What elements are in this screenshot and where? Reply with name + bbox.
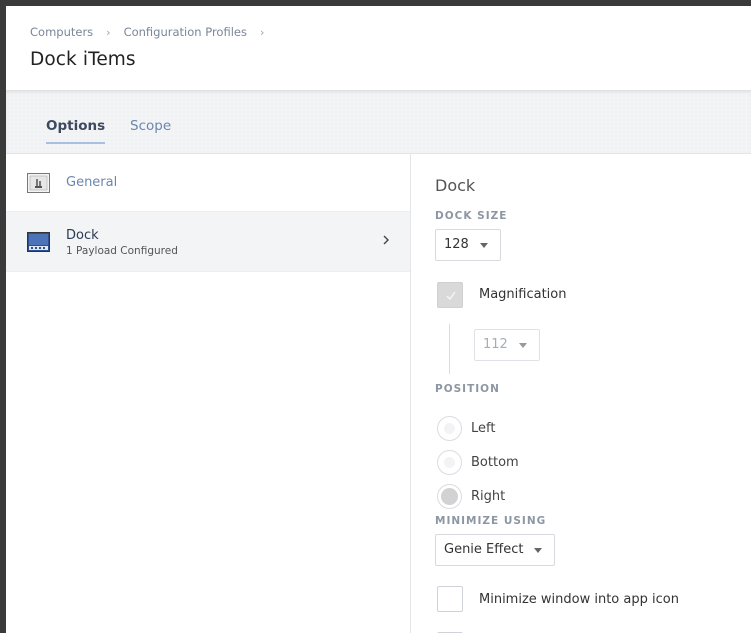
minimize-using-label: MINIMIZE USING <box>435 515 547 527</box>
dock-size-value: 128 <box>444 237 469 252</box>
sidebar-item-label: Dock <box>66 228 99 243</box>
section-title: Dock <box>435 176 476 195</box>
payload-sidebar: General Dock 1 Payload Configured <box>6 154 411 633</box>
caret-down-icon <box>519 343 527 348</box>
dock-size-label: DOCK SIZE <box>435 210 508 222</box>
position-bottom-radio[interactable] <box>437 450 462 475</box>
radio-dot <box>444 457 455 468</box>
page-title: Dock iTems <box>30 49 136 70</box>
breadcrumb-computers[interactable]: Computers <box>30 25 93 39</box>
minimize-into-icon-checkbox[interactable] <box>437 586 463 612</box>
tabs-bar: Options Scope <box>6 90 751 154</box>
position-right-radio[interactable] <box>437 484 462 509</box>
breadcrumb-configuration-profiles[interactable]: Configuration Profiles <box>124 25 247 39</box>
minimize-effect-select[interactable]: Genie Effect <box>435 534 555 566</box>
checkmark-icon <box>446 291 456 301</box>
dock-size-select[interactable]: 128 <box>435 229 501 261</box>
position-left-label: Left <box>471 421 496 436</box>
magnification-size-select[interactable]: 112 <box>474 329 540 361</box>
sidebar-item-label: General <box>66 175 118 190</box>
breadcrumb-separator: › <box>259 25 265 39</box>
chevron-right-icon <box>383 235 389 245</box>
magnification-size-value: 112 <box>483 337 508 352</box>
sidebar-item-sublabel: 1 Payload Configured <box>66 245 178 257</box>
dock-icon <box>27 231 50 252</box>
tab-options[interactable]: Options <box>46 118 106 144</box>
caret-down-icon <box>534 548 542 553</box>
position-label: POSITION <box>435 383 500 395</box>
magnification-checkbox[interactable] <box>437 282 463 308</box>
breadcrumb-separator: › <box>106 25 111 39</box>
position-left-radio[interactable] <box>437 416 462 441</box>
sidebar-item-general[interactable]: General <box>6 154 410 212</box>
minimize-into-icon-label: Minimize window into app icon <box>479 592 679 607</box>
page-header: Computers › Configuration Profiles › Doc… <box>6 6 751 90</box>
window: Computers › Configuration Profiles › Doc… <box>6 6 751 633</box>
tab-scope[interactable]: Scope <box>130 118 171 142</box>
dock-settings-panel: Dock DOCK SIZE 128 Magnification 112 POS… <box>412 154 751 633</box>
minimize-effect-value: Genie Effect <box>444 542 524 557</box>
caret-down-icon <box>480 243 488 248</box>
position-right-label: Right <box>471 489 506 504</box>
position-bottom-label: Bottom <box>471 455 519 470</box>
breadcrumb: Computers › Configuration Profiles › <box>30 25 277 39</box>
sidebar-item-dock[interactable]: Dock 1 Payload Configured <box>6 212 410 272</box>
radio-dot <box>441 488 458 505</box>
magnification-label: Magnification <box>479 287 567 302</box>
content-area: General Dock 1 Payload Configured Dock D… <box>6 154 751 633</box>
radio-dot <box>444 423 455 434</box>
general-settings-icon <box>27 172 50 193</box>
indent-line <box>449 324 450 374</box>
